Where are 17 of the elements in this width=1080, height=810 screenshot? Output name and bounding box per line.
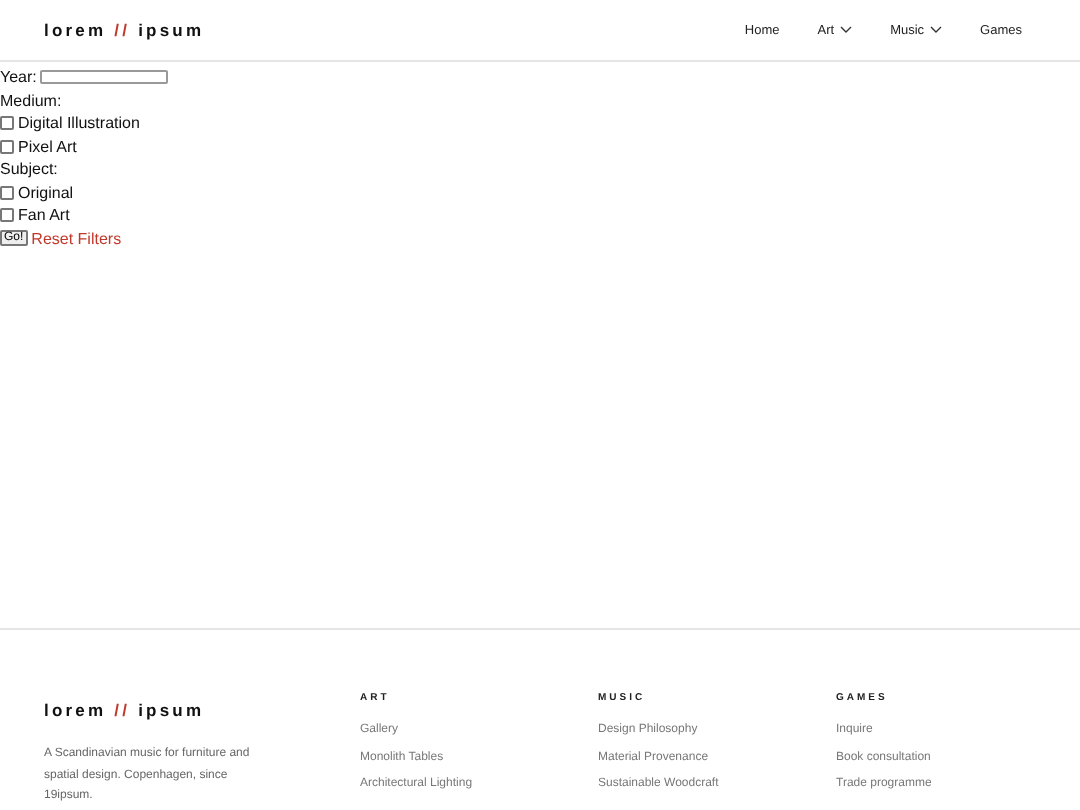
checkbox-label[interactable]: Digital Illustration: [18, 114, 140, 133]
checkbox[interactable]: [0, 208, 14, 223]
reset-filters-link[interactable]: Reset Filters: [31, 229, 122, 248]
checkbox[interactable]: [0, 185, 14, 200]
field-label: Year:: [0, 68, 37, 87]
chevron-down-icon: [930, 26, 943, 34]
chevron-down-icon: [840, 26, 853, 34]
checkbox[interactable]: [0, 116, 14, 131]
year-input[interactable]: [40, 70, 169, 85]
group-label: Subject:: [0, 160, 58, 179]
checkbox-label[interactable]: Fan Art: [18, 206, 70, 225]
checkbox-label[interactable]: Original: [18, 183, 74, 202]
checkbox-label[interactable]: Pixel Art: [18, 137, 77, 156]
checkbox[interactable]: [0, 139, 14, 154]
logo[interactable]: lorem // ipsum: [44, 700, 205, 720]
group-label: Medium:: [0, 91, 62, 110]
logo[interactable]: lorem // ipsum: [44, 20, 205, 40]
